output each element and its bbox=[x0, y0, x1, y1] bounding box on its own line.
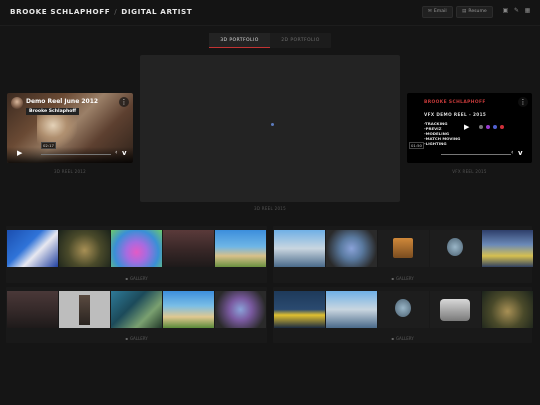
camera-icon: ▪ bbox=[125, 336, 128, 341]
play-icon[interactable]: ▶ bbox=[17, 149, 22, 157]
robot-tower-shape bbox=[79, 295, 90, 325]
tab-2d-portfolio[interactable]: 2D PORTFOLIO bbox=[270, 33, 331, 48]
top-bar: BROOKE SCHLAPHOFF / DIGITAL ARTIST ✉ Email … bbox=[0, 0, 540, 26]
vimeo-logo-icon[interactable]: v bbox=[122, 149, 127, 157]
brand-role: DIGITAL ARTIST bbox=[121, 7, 193, 16]
reel-left-caption: 3D REEL 2012 bbox=[53, 169, 86, 174]
gallery-link[interactable]: ▪ GALLERY bbox=[273, 276, 532, 281]
more-options-icon[interactable]: ⋮ bbox=[518, 97, 528, 107]
software-logo-icon bbox=[493, 125, 497, 129]
camera-icon: ▪ bbox=[391, 336, 394, 341]
gallery-thumb[interactable] bbox=[430, 291, 481, 328]
gear-object-shape bbox=[395, 299, 411, 317]
software-logo-icon bbox=[479, 125, 483, 129]
site-brand[interactable]: BROOKE SCHLAPHOFF / DIGITAL ARTIST bbox=[10, 7, 192, 16]
gallery-label: GALLERY bbox=[129, 336, 148, 341]
gallery-thumb[interactable] bbox=[59, 230, 110, 267]
more-options-icon[interactable]: ⋮ bbox=[119, 97, 129, 107]
gallery-thumb[interactable] bbox=[482, 230, 533, 267]
reel-right-caption: VFX REEL 2015 bbox=[452, 169, 487, 174]
gallery-strip: ▪ GALLERY bbox=[6, 287, 267, 343]
email-button[interactable]: ✉ Email bbox=[422, 6, 453, 18]
gallery-strip: ▪ GALLERY bbox=[273, 287, 533, 343]
gallery-thumb[interactable] bbox=[215, 291, 266, 328]
gallery-thumb[interactable] bbox=[430, 230, 481, 267]
time-badge: 01:50 bbox=[409, 142, 424, 149]
gallery-label: GALLERY bbox=[129, 276, 148, 281]
gallery-thumb[interactable] bbox=[326, 230, 377, 267]
vimeo-logo-icon[interactable]: v bbox=[518, 149, 523, 157]
portfolio-tabs: 3D PORTFOLIO 2D PORTFOLIO bbox=[209, 33, 331, 48]
gallery-thumb[interactable] bbox=[274, 230, 325, 267]
video-title[interactable]: Demo Reel June 2012 bbox=[26, 98, 98, 105]
gallery-link[interactable]: ▪ GALLERY bbox=[6, 336, 267, 341]
camera-icon: ▪ bbox=[125, 276, 128, 281]
tab-3d-portfolio[interactable]: 3D PORTFOLIO bbox=[209, 33, 270, 48]
camera-icon: ▪ bbox=[391, 276, 394, 281]
time-badge: 02:17 bbox=[41, 142, 56, 149]
share-icon[interactable]: ‹ bbox=[511, 149, 513, 156]
gallery-thumb[interactable] bbox=[482, 291, 533, 328]
progress-track[interactable] bbox=[441, 154, 511, 155]
software-logo-icon bbox=[500, 125, 504, 129]
document-icon: ▤ bbox=[462, 9, 467, 14]
reel-left-player[interactable]: Demo Reel June 2012 Brooke Schlaphoff ⋮ … bbox=[7, 93, 133, 163]
linkedin-icon[interactable]: ▣ bbox=[502, 7, 509, 15]
play-icon[interactable]: ▶ bbox=[464, 123, 469, 131]
gallery-thumb[interactable] bbox=[274, 291, 325, 328]
resume-button[interactable]: ▤ Resume bbox=[456, 6, 493, 18]
vfx-heading: BROOKE SCHLAPHOFF bbox=[424, 100, 486, 105]
software-logo-icon bbox=[486, 125, 490, 129]
vfx-subtitle: VFX DEMO REEL - 2015 bbox=[424, 112, 487, 117]
reel-right-player[interactable]: BROOKE SCHLAPHOFF VFX DEMO REEL - 2015 -… bbox=[407, 93, 532, 163]
calendar-icon[interactable]: ▦ bbox=[524, 7, 531, 15]
toaster-shape bbox=[440, 299, 470, 321]
gallery-label: GALLERY bbox=[395, 276, 414, 281]
share-icon[interactable]: ‹ bbox=[115, 149, 117, 156]
gallery-thumb[interactable] bbox=[326, 291, 377, 328]
gallery-strip: ▪ GALLERY bbox=[273, 226, 533, 283]
gallery-thumb[interactable] bbox=[111, 291, 162, 328]
robot-box-shape bbox=[393, 238, 413, 258]
gallery-thumb[interactable] bbox=[7, 291, 58, 328]
reel-center-caption: 3D REEL 2015 bbox=[253, 206, 286, 211]
avatar[interactable] bbox=[11, 97, 23, 109]
resume-label: Resume bbox=[468, 9, 487, 14]
loading-indicator-icon bbox=[271, 123, 274, 126]
gallery-thumb[interactable] bbox=[7, 230, 58, 267]
gear-object-shape bbox=[447, 238, 463, 256]
gallery-thumb[interactable] bbox=[111, 230, 162, 267]
email-label: Email bbox=[433, 9, 447, 14]
reel-center-player[interactable] bbox=[140, 55, 400, 202]
gallery-thumb[interactable] bbox=[163, 230, 214, 267]
pencil-icon[interactable]: ✎ bbox=[513, 7, 520, 15]
gallery-link[interactable]: ▪ GALLERY bbox=[6, 276, 267, 281]
vfx-skill-item: -LIGHTING bbox=[424, 141, 447, 146]
gallery-thumb[interactable] bbox=[163, 291, 214, 328]
gallery-link[interactable]: ▪ GALLERY bbox=[273, 336, 532, 341]
gallery-thumb[interactable] bbox=[378, 291, 429, 328]
gallery-label: GALLERY bbox=[395, 336, 414, 341]
gallery-thumb[interactable] bbox=[59, 291, 110, 328]
brand-name: BROOKE SCHLAPHOFF bbox=[10, 7, 111, 16]
gallery-thumb[interactable] bbox=[215, 230, 266, 267]
email-icon: ✉ bbox=[428, 9, 432, 14]
vfx-skill-list: -TRACKING -PREVIZ -MODELING -MATCH MOVIN… bbox=[424, 121, 460, 146]
brand-separator: / bbox=[114, 7, 118, 16]
gallery-thumb[interactable] bbox=[378, 230, 429, 267]
video-owner[interactable]: Brooke Schlaphoff bbox=[26, 108, 80, 115]
progress-track[interactable] bbox=[41, 154, 111, 155]
gallery-strip: ▪ GALLERY bbox=[6, 226, 267, 283]
